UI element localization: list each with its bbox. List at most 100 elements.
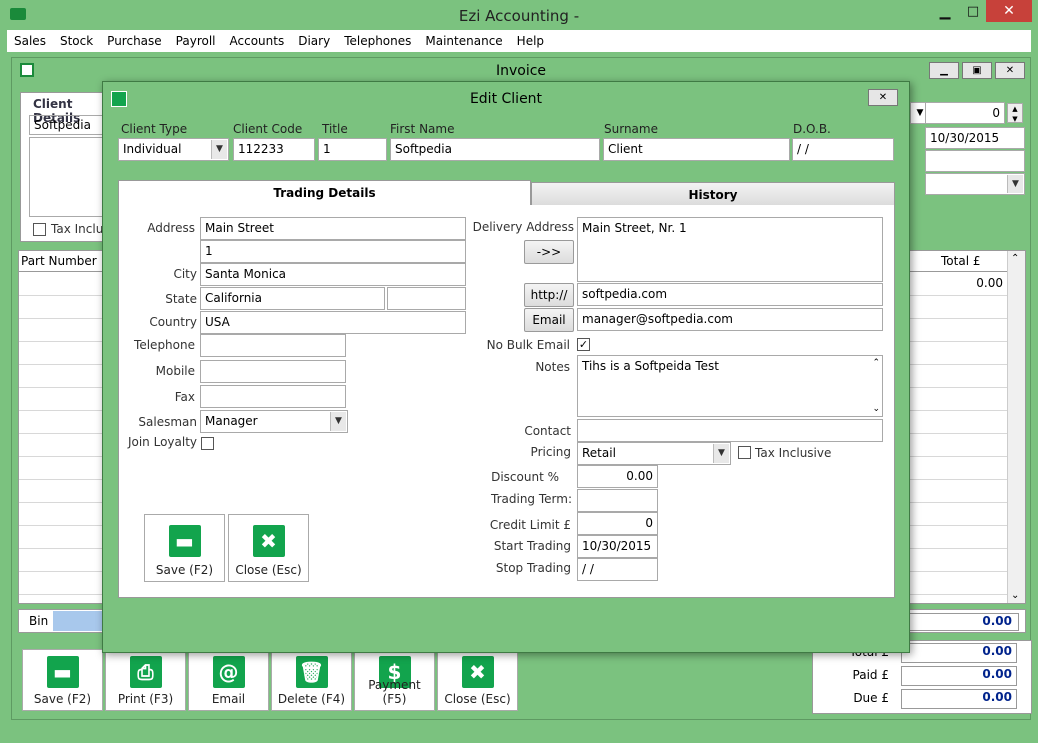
mobile-field[interactable]	[200, 360, 346, 383]
menu-item-maintenance[interactable]: Maintenance	[425, 34, 502, 48]
surname-field[interactable]: Client	[603, 138, 790, 161]
salesman-select[interactable]: Manager ▼	[200, 410, 348, 433]
maximize-button[interactable]: □	[960, 4, 986, 24]
client-code-field[interactable]: 112233	[233, 138, 315, 161]
client-type-select[interactable]: Individual ▼	[118, 138, 229, 161]
delivery-address-value: Main Street, Nr. 1	[582, 221, 687, 235]
contact-label: Contact	[524, 424, 571, 438]
invoice-date-field[interactable]: 10/30/2015	[925, 127, 1025, 149]
invoice-spin-field[interactable]: 0	[925, 102, 1005, 124]
stop-trading-field[interactable]: / /	[577, 558, 658, 581]
invoice-print-button[interactable]: ⎙ Print (F3)	[105, 649, 186, 711]
city-value: Santa Monica	[205, 267, 287, 281]
dialog-save-button[interactable]: ▬ Save (F2)	[144, 514, 225, 582]
pricing-select[interactable]: Retail ▼	[577, 442, 731, 465]
country-field[interactable]: USA	[200, 311, 466, 334]
title-field[interactable]: 1	[318, 138, 387, 161]
invoice-delete-label: Delete (F4)	[277, 692, 346, 706]
tab-history[interactable]: History	[531, 182, 895, 206]
client-name-field[interactable]: Softpedia	[29, 115, 111, 135]
website-field[interactable]: softpedia.com	[577, 283, 883, 306]
invoice-restore-button[interactable]: ▣	[962, 62, 992, 79]
invoice-email-button[interactable]: @ Email	[188, 649, 269, 711]
table-scrollbar[interactable]: ⌃ ⌄	[1007, 251, 1025, 603]
notes-field[interactable]: Tihs is a Softpeida Test ⌃ ⌄	[577, 355, 883, 417]
zip-field[interactable]	[387, 287, 466, 310]
invoice-save-label: Save (F2)	[33, 692, 92, 706]
chevron-down-icon[interactable]: ▼	[1007, 175, 1023, 193]
surname-value: Client	[608, 142, 643, 156]
discount-field[interactable]: 0.00	[577, 465, 658, 488]
tax-inclusive-checkbox[interactable]	[738, 446, 751, 459]
no-bulk-email-checkbox[interactable]: ✓	[577, 338, 590, 351]
menu-item-diary[interactable]: Diary	[298, 34, 330, 48]
join-loyalty-label: Join Loyalty	[127, 435, 197, 449]
menu-item-stock[interactable]: Stock	[60, 34, 93, 48]
totals-value: 0.00	[901, 689, 1017, 709]
city-field[interactable]: Santa Monica	[200, 263, 466, 286]
email-value: manager@softpedia.com	[582, 312, 733, 326]
menu-item-purchase[interactable]: Purchase	[107, 34, 162, 48]
invoice-tax-inclusive-label: Tax Inclus	[51, 222, 110, 236]
save-icon: ▬	[46, 656, 79, 688]
stop-trading-label: Stop Trading	[495, 561, 571, 575]
close-icon: ✖	[252, 525, 285, 557]
join-loyalty-checkbox[interactable]	[201, 437, 214, 450]
spin-arrows-icon[interactable]: ▲ ▼	[1007, 103, 1023, 123]
notes-scroll-down-icon[interactable]: ⌄	[872, 404, 880, 414]
dialog-close-action-button[interactable]: ✖ Close (Esc)	[228, 514, 309, 582]
first-name-field[interactable]: Softpedia	[390, 138, 600, 161]
telephone-field[interactable]	[200, 334, 346, 357]
invoice-close-button[interactable]: ✖ Close (Esc)	[437, 649, 518, 711]
menu-item-telephones[interactable]: Telephones	[344, 34, 411, 48]
http-button[interactable]: http://	[524, 283, 574, 307]
menu-bar: Sales Stock Purchase Payroll Accounts Diary Te…	[7, 30, 1031, 52]
invoice-payment-button[interactable]: $ Payment (F5)	[354, 649, 435, 711]
invoice-select-field[interactable]: ▼	[925, 173, 1025, 195]
tab-trading-details-label: Trading Details	[273, 186, 376, 200]
menu-item-sales[interactable]: Sales	[14, 34, 46, 48]
minimize-button[interactable]: ▁	[932, 4, 958, 24]
fax-field[interactable]	[200, 385, 346, 408]
invoice-close-button[interactable]: ✕	[995, 62, 1025, 79]
chevron-down-icon[interactable]: ▼	[211, 140, 227, 159]
scroll-down-icon[interactable]: ⌄	[1011, 590, 1019, 601]
trading-term-field[interactable]	[577, 489, 658, 512]
dob-field[interactable]: / /	[792, 138, 894, 161]
address-line2-field[interactable]: 1	[200, 240, 466, 263]
close-window-button[interactable]: ✕	[986, 0, 1032, 22]
invoice-save-button[interactable]: ▬ Save (F2)	[22, 649, 103, 711]
email-button[interactable]: Email	[524, 308, 574, 332]
chevron-down-icon[interactable]: ▼	[713, 444, 729, 463]
surname-label: Surname	[604, 122, 658, 136]
dob-value: / /	[797, 142, 809, 156]
menu-item-accounts[interactable]: Accounts	[230, 34, 285, 48]
start-trading-field[interactable]: 10/30/2015	[577, 535, 658, 558]
credit-limit-field[interactable]: 0	[577, 512, 658, 535]
trading-term-label: Trading Term:	[491, 492, 572, 506]
contact-field[interactable]	[577, 419, 883, 442]
delivery-address-field[interactable]: Main Street, Nr. 1	[577, 217, 883, 282]
menu-item-help[interactable]: Help	[517, 34, 544, 48]
total-header: Total £	[941, 254, 981, 268]
email-field[interactable]: manager@softpedia.com	[577, 308, 883, 331]
copy-address-button[interactable]: ->>	[524, 240, 574, 264]
discount-label: Discount %	[491, 470, 559, 484]
state-field[interactable]: California	[200, 287, 385, 310]
print-icon: ⎙	[129, 656, 162, 688]
menu-item-payroll[interactable]: Payroll	[176, 34, 216, 48]
salesman-value: Manager	[205, 414, 258, 428]
chevron-down-icon[interactable]: ▼	[330, 412, 346, 431]
email-button-label: Email	[532, 313, 566, 327]
tab-trading-details[interactable]: Trading Details	[118, 180, 531, 206]
invoice-minimize-button[interactable]: ▁	[929, 62, 959, 79]
address-line1-value: Main Street	[205, 221, 274, 235]
dialog-close-button[interactable]: ✕	[868, 89, 898, 106]
notes-scroll-up-icon[interactable]: ⌃	[872, 358, 880, 368]
invoice-blank-field[interactable]	[925, 150, 1025, 172]
scroll-up-icon[interactable]: ⌃	[1011, 253, 1019, 264]
mobile-label: Mobile	[155, 364, 195, 378]
invoice-delete-button[interactable]: 🗑 Delete (F4)	[271, 649, 352, 711]
address-line1-field[interactable]: Main Street	[200, 217, 466, 240]
invoice-tax-inclusive-checkbox[interactable]	[33, 223, 46, 236]
